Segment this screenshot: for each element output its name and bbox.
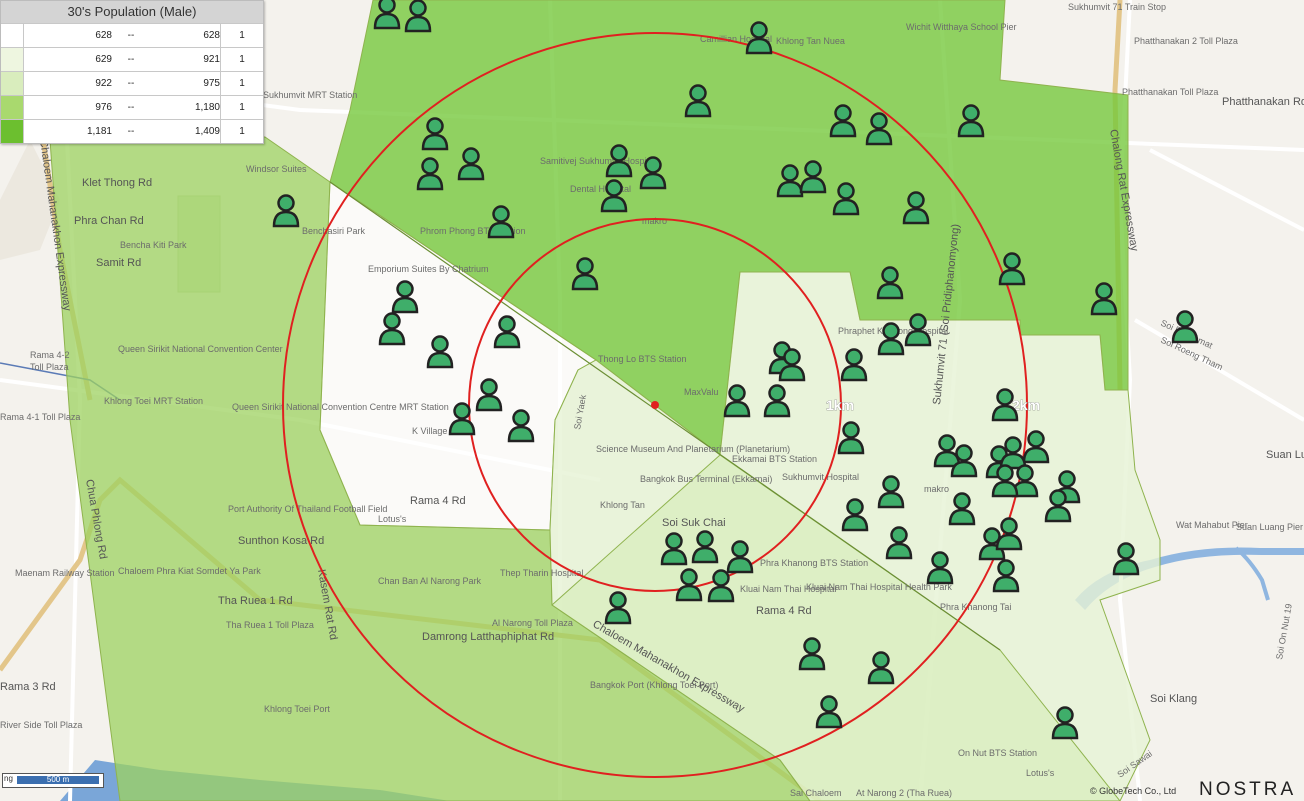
label-maenam: Maenam Railway Station [15, 568, 115, 578]
legend-count: 1 [220, 72, 263, 95]
legend-sep: -- [127, 102, 135, 113]
label-toll-plaza: Toll Plaza [30, 362, 69, 372]
legend-swatch [1, 72, 24, 95]
legend-min: 629 [95, 54, 112, 65]
label-suan-luang: Suan Luang Pier [1236, 522, 1303, 532]
label-emporium: Emporium Suites By Chatrium [368, 264, 489, 274]
label-thong-lo: Thong Lo BTS Station [598, 354, 687, 364]
legend-swatch [1, 48, 24, 71]
label-rama42: Rama 4-2 [30, 350, 70, 360]
label-phatthanakan-tp: Phatthanakan Toll Plaza [1122, 87, 1218, 97]
label-rama41: Rama 4-1 Toll Plaza [0, 412, 80, 422]
legend-swatch [1, 96, 24, 119]
label-lotus2: Lotus's [1026, 768, 1055, 778]
legend-sep: -- [127, 30, 135, 41]
legend-row: 629 -- 921 1 [1, 47, 263, 71]
label-benchakitti: Bencha Kiti Park [120, 240, 187, 250]
label-makro2: makro [924, 484, 949, 494]
label-chan-ban: Chan Ban Al Narong Park [378, 576, 482, 586]
label-samitivej: Samitivej Sukhumvit Hospital [540, 156, 656, 166]
label-suan-luang2: Suan Lu [1266, 449, 1304, 461]
label-soi-suk-chai: Soi Suk Chai [662, 517, 726, 529]
label-damrong: Damrong Latthaphiphat Rd [422, 631, 554, 643]
label-samit: Samit Rd [96, 257, 141, 269]
legend-row: 976 -- 1,180 1 [1, 95, 263, 119]
copyright: © GlobeTech Co., Ltd [1090, 786, 1177, 796]
label-mavilla: MaxValu [684, 387, 718, 397]
legend-swatch [1, 120, 24, 143]
label-wichit: Wichit Witthaya School Pier [906, 22, 1017, 32]
scale-label: 500 m [17, 776, 99, 784]
label-k-village: K Village [412, 426, 447, 436]
label-phra-chan: Phra Chan Rd [74, 215, 144, 227]
legend-max: 975 [203, 78, 220, 89]
legend-row: 1,181 -- 1,409 1 [1, 119, 263, 143]
label-sukhumvit-hosp: Sukhumvit Hospital [782, 472, 859, 482]
legend-max: 921 [203, 54, 220, 65]
label-klong-toei-port: Khlong Toei Port [264, 704, 330, 714]
legend-count: 1 [220, 96, 263, 119]
label-rama4: Rama 4 Rd [410, 495, 466, 507]
label-khlong-tan: Khlong Tan [600, 500, 645, 510]
label-chaloem-phra-kiat: Chaloem Phra Kiat Somdet Ya Park [118, 566, 261, 576]
label-phra-khanong-bts: Phra Khanong BTS Station [760, 558, 868, 568]
legend-max: 628 [203, 30, 220, 41]
label-khlong-tan-nuea: Khlong Tan Nuea [776, 36, 845, 46]
label-benchasiri: Benchasiri Park [302, 226, 366, 236]
legend: 30's Population (Male) 628 -- 628 1 629 … [0, 0, 264, 144]
label-bangkok-bus: Bangkok Bus Terminal (Ekkamai) [640, 474, 772, 484]
label-tha-ruea-toll: Tha Ruea 1 Toll Plaza [226, 620, 314, 630]
label-phatthanakan-rd: Phatthanakan Rd [1222, 96, 1304, 108]
legend-max: 1,180 [194, 102, 220, 113]
label-sukhumvit71: Sukhumvit 71 Train Stop [1068, 2, 1166, 12]
label-river-side: River Side Toll Plaza [0, 720, 82, 730]
label-makro: makro [642, 216, 667, 226]
legend-sep: -- [127, 54, 135, 65]
legend-title: 30's Population (Male) [1, 1, 263, 23]
ring-label-1km: 1km [826, 397, 854, 413]
label-phra-khanong: Phra Khanong Tai [940, 602, 1011, 612]
scale-prefix: ng [4, 774, 13, 783]
legend-min: 976 [95, 102, 112, 113]
label-tha-ruea-1: Tha Ruea 1 Rd [218, 595, 293, 607]
label-thep-tharin: Thep Tharin Hospital [500, 568, 583, 578]
legend-max: 1,409 [194, 126, 220, 137]
legend-row: 628 -- 628 1 [1, 23, 263, 47]
label-qsncc-mrt: Queen Sirikit National Convention Centre… [232, 402, 449, 412]
label-phatthanakan-2: Phatthanakan 2 Toll Plaza [1134, 36, 1238, 46]
legend-min: 1,181 [86, 126, 112, 137]
label-science-museum: Science Museum And Planetarium (Planetar… [596, 444, 790, 454]
label-port-authority: Port Authority Of Thailand Football Fiel… [228, 504, 387, 514]
label-sukhumvit-mrt: Sukhumvit MRT Station [263, 90, 357, 100]
label-windsor: Windsor Suites [246, 164, 307, 174]
legend-min: 922 [95, 78, 112, 89]
scale-bar: ng 500 m [2, 773, 104, 788]
label-soi-klang: Soi Klang [1150, 693, 1197, 705]
label-khlong-toei-mrt: Khlong Toei MRT Station [104, 396, 203, 406]
label-on-nut-bts: On Nut BTS Station [958, 748, 1037, 758]
legend-count: 1 [220, 120, 263, 143]
legend-sep: -- [127, 126, 135, 137]
legend-row: 922 -- 975 1 [1, 71, 263, 95]
label-rama3: Rama 3 Rd [0, 681, 56, 693]
label-klet-thong: Klet Thong Rd [82, 177, 152, 189]
label-sai-chaloem: Sai Chaloem [790, 788, 842, 798]
legend-min: 628 [95, 30, 112, 41]
label-al-narong-toll: Al Narong Toll Plaza [492, 618, 573, 628]
label-ekkamai-bts: Ekkamai BTS Station [732, 454, 817, 464]
legend-count: 1 [220, 24, 263, 47]
label-rama4b: Rama 4 Rd [756, 605, 812, 617]
label-qsncc: Queen Sirikit National Convention Center [118, 344, 283, 354]
legend-sep: -- [127, 78, 135, 89]
label-lotus: Lotus's [378, 514, 407, 524]
center-point [651, 401, 659, 409]
legend-count: 1 [220, 48, 263, 71]
legend-swatch [1, 24, 24, 47]
label-al-narong2: At Narong 2 (Tha Ruea) [856, 788, 952, 798]
brand-logo: NOSTRA [1199, 779, 1297, 800]
